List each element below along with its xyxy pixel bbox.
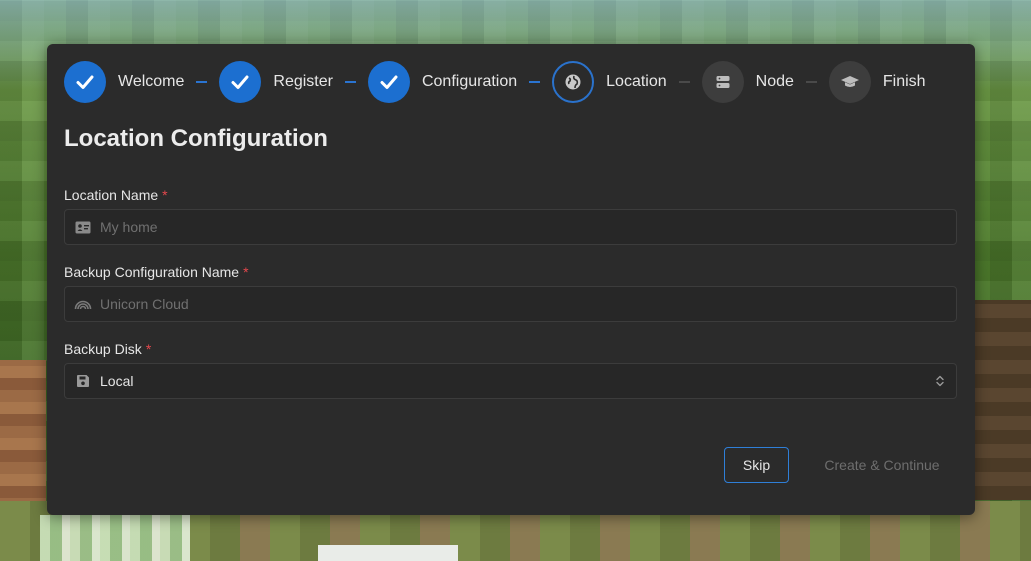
floppy-disk-icon (74, 372, 92, 390)
step-connector (805, 81, 817, 83)
backup-disk-value: Local (100, 373, 134, 389)
backup-disk-label-text: Backup Disk (64, 341, 142, 357)
check-icon (219, 61, 262, 103)
step-connector (529, 81, 541, 83)
check-icon (64, 61, 106, 103)
step-label: Node (755, 73, 794, 90)
step-label: Register (273, 73, 333, 90)
background-flowers (40, 515, 190, 561)
backup-config-name-label-text: Backup Configuration Name (64, 264, 240, 280)
location-name-label: Location Name * (64, 187, 168, 203)
background-trunk (971, 300, 1031, 500)
step-node[interactable]: Node (701, 61, 794, 103)
backup-disk-select[interactable]: Local (64, 363, 957, 399)
required-mark: * (162, 187, 168, 203)
backup-config-name-placeholder: Unicorn Cloud (100, 296, 189, 312)
step-label: Finish (882, 73, 926, 90)
check-icon (367, 61, 410, 103)
backup-config-name-label: Backup Configuration Name * (64, 264, 249, 280)
step-label: Location (606, 73, 667, 90)
stepper: Welcome Register Configuration Location … (64, 61, 958, 103)
step-label: Configuration (421, 73, 518, 90)
rainbow-icon (74, 295, 92, 313)
background-block (318, 545, 458, 561)
location-name-placeholder: My home (100, 219, 158, 235)
backup-config-name-input[interactable]: Unicorn Cloud (64, 286, 957, 322)
required-mark: * (243, 264, 249, 280)
step-connector (678, 81, 690, 83)
background-dirt (0, 360, 46, 510)
skip-button[interactable]: Skip (724, 447, 789, 483)
step-configuration[interactable]: Configuration (367, 61, 518, 103)
backup-disk-label: Backup Disk * (64, 341, 151, 357)
chevron-up-down-icon (935, 374, 945, 393)
page-title: Location Configuration (64, 125, 328, 152)
create-continue-button[interactable]: Create & Continue (807, 447, 957, 483)
graduation-cap-icon (828, 61, 871, 103)
setup-dialog: Welcome Register Configuration Location … (47, 44, 975, 515)
step-connector (196, 81, 208, 83)
required-mark: * (145, 341, 152, 357)
id-card-icon (74, 218, 92, 236)
step-finish[interactable]: Finish (828, 61, 926, 103)
location-name-input[interactable]: My home (64, 209, 957, 245)
step-location[interactable]: Location (552, 61, 667, 103)
location-name-label-text: Location Name (64, 187, 159, 203)
server-icon (701, 61, 744, 103)
globe-icon (552, 61, 595, 103)
step-register[interactable]: Register (219, 61, 333, 103)
step-connector (344, 81, 356, 83)
step-welcome[interactable]: Welcome (64, 61, 184, 103)
step-label: Welcome (118, 73, 185, 90)
